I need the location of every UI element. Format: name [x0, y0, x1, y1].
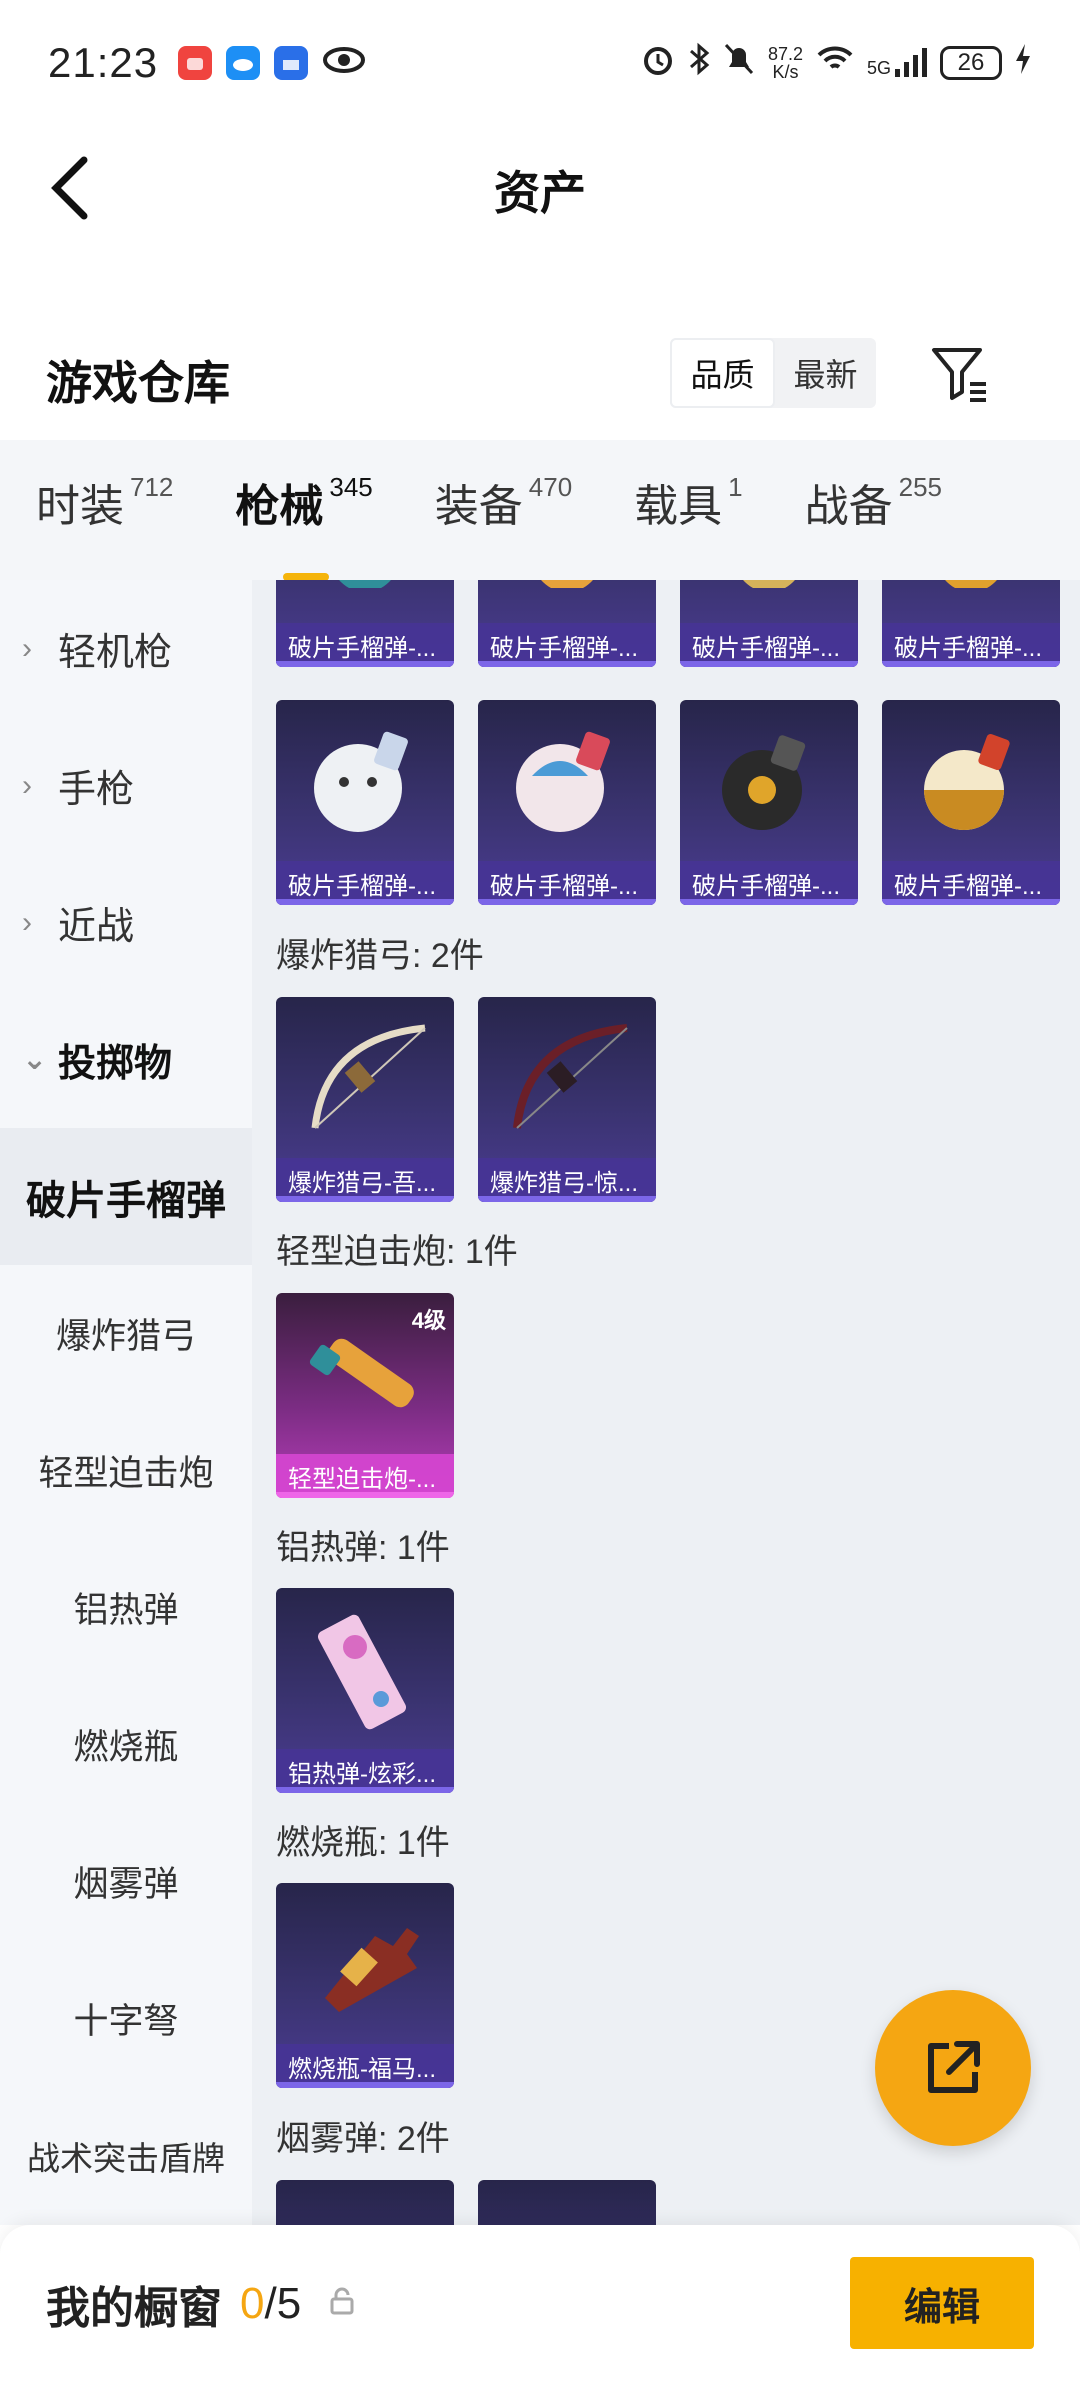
share-fab-button[interactable]	[875, 1990, 1031, 2146]
showcase-title: 我的橱窗	[46, 2283, 222, 2333]
mute-icon	[722, 41, 756, 85]
sort-toggle: 品质 最新	[670, 338, 876, 408]
sidebar-item-crossbow[interactable]: 十字弩	[0, 1950, 252, 2087]
item-card[interactable]	[478, 2180, 656, 2225]
chevron-left-icon	[51, 156, 88, 220]
lock-icon	[329, 2286, 355, 2321]
item-card[interactable]: 爆炸猎弓-吾...	[276, 997, 454, 1202]
eye-icon	[322, 45, 366, 80]
tab-fashion[interactable]: 时装 712	[36, 470, 173, 550]
sidebar-item-throwables[interactable]: ⌄ 投掷物	[0, 991, 252, 1128]
thermite-row: 铝热弹-炫彩...	[276, 1588, 454, 1793]
group-label-thermite: 铝热弹: 1件	[276, 1529, 450, 1567]
chevron-down-icon: ⌄	[22, 1043, 48, 1076]
back-button[interactable]	[40, 153, 100, 223]
sidebar-item-light-mortar[interactable]: 轻型迫击炮	[0, 1402, 252, 1539]
red-app-icon	[178, 45, 213, 80]
bow-image	[478, 997, 656, 1158]
item-card[interactable]: 破片手榴弹-...	[276, 580, 454, 667]
sidebar-item-explosive-bow[interactable]: 爆炸猎弓	[0, 1265, 252, 1402]
thermite-image	[276, 1588, 454, 1749]
sidebar-item-thermite[interactable]: 铝热弹	[0, 1539, 252, 1676]
chevron-right-icon: ›	[22, 631, 32, 665]
item-card[interactable]: 4级 轻型迫击炮-...	[276, 1293, 454, 1498]
sidebar-item-lmg[interactable]: › 轻机枪	[0, 580, 252, 717]
smoke-row	[276, 2180, 656, 2225]
showcase-count: 0/5	[240, 2278, 302, 2328]
app-header: 资产	[0, 125, 1080, 255]
grenade-image	[882, 580, 1060, 623]
section-title: 游戏仓库	[46, 357, 230, 409]
subcategory-sidebar: › 轻机枪 › 手枪 › 近战 ⌄ 投掷物 破片手榴弹 爆炸猎弓 轻型迫击炮 铝热弹 燃…	[0, 580, 252, 2225]
tab-preparation[interactable]: 战备 255	[805, 470, 942, 550]
sidebar-item-frag-grenade[interactable]: 破片手榴弹	[0, 1128, 252, 1265]
sidebar-item-assault-shield[interactable]: 战术突击盾牌	[0, 2087, 252, 2224]
external-link-icon	[928, 2041, 980, 2093]
charging-icon	[1014, 43, 1032, 83]
grenade-image	[680, 580, 858, 623]
bow-row: 爆炸猎弓-吾... 爆炸猎弓-惊...	[276, 997, 656, 1202]
net-speed: 87.2 K/s	[767, 43, 803, 82]
page-title: 资产	[494, 167, 586, 219]
status-time: 21:23	[48, 38, 159, 86]
level-badge: 4级	[411, 1308, 446, 1333]
mortar-row: 4级 轻型迫击炮-...	[276, 1293, 454, 1498]
item-card[interactable]: 爆炸猎弓-惊...	[478, 997, 656, 1202]
showcase-bar: 我的橱窗 0/5 编辑	[0, 2225, 1080, 2382]
item-card[interactable]: 铝热弹-炫彩...	[276, 1588, 454, 1793]
category-tabs: 时装 712 枪械 345 装备 470 载具 1 战备 255	[0, 440, 1080, 581]
item-card[interactable]	[276, 2180, 454, 2225]
group-label-smoke: 烟雾弹: 2件	[276, 2120, 450, 2158]
chevron-right-icon: ›	[22, 905, 32, 939]
tab-vehicles[interactable]: 载具 1	[634, 470, 742, 550]
tab-firearms[interactable]: 枪械 345	[235, 470, 373, 581]
signal-icon: 5G	[867, 47, 928, 79]
grenade-image	[478, 580, 656, 623]
grenade-image	[276, 580, 454, 623]
edit-button[interactable]: 编辑	[850, 2257, 1034, 2349]
molotov-image	[276, 1883, 454, 2044]
group-label-molotov: 燃烧瓶: 1件	[276, 1824, 450, 1862]
store-app-icon	[274, 45, 309, 80]
notification-icons	[178, 45, 366, 80]
sidebar-item-melee[interactable]: › 近战	[0, 854, 252, 991]
grenade-image	[882, 700, 1060, 861]
filter-button[interactable]	[928, 342, 990, 404]
grenade-row-2: 破片手榴弹-... 破片手榴弹-... 破片手榴弹-... 破片手榴弹-...	[276, 700, 1060, 905]
status-right: 87.2 K/s 5G 26	[640, 41, 1032, 85]
bluetooth-icon	[688, 41, 710, 85]
grenade-image	[276, 700, 454, 861]
group-label-bow: 爆炸猎弓: 2件	[276, 937, 484, 975]
item-grid: 破片手榴弹-... 破片手榴弹-... 破片手榴弹-... 破片手榴弹-... …	[252, 580, 1080, 2225]
item-card[interactable]: 破片手榴弹-...	[680, 700, 858, 905]
sort-by-newest[interactable]: 最新	[775, 338, 876, 408]
grenade-row-1: 破片手榴弹-... 破片手榴弹-... 破片手榴弹-... 破片手榴弹-...	[276, 580, 1060, 667]
chevron-right-icon: ›	[22, 768, 32, 802]
alarm-icon	[640, 41, 676, 85]
item-card[interactable]: 燃烧瓶-福马...	[276, 1883, 454, 2088]
tab-equipment[interactable]: 装备 470	[435, 470, 572, 550]
item-card[interactable]: 破片手榴弹-...	[680, 580, 858, 667]
sidebar-item-pistol[interactable]: › 手枪	[0, 717, 252, 854]
sidebar-item-smoke[interactable]: 烟雾弹	[0, 1813, 252, 1950]
battery-indicator: 26	[940, 45, 1002, 80]
item-card[interactable]: 破片手榴弹-...	[478, 580, 656, 667]
grenade-image	[680, 700, 858, 861]
item-card[interactable]: 破片手榴弹-...	[882, 580, 1060, 667]
item-card[interactable]: 破片手榴弹-...	[478, 700, 656, 905]
status-bar: 21:23 87.2 K/s 5G 26	[0, 0, 1080, 125]
cloud-app-icon	[226, 45, 261, 80]
wifi-icon	[815, 43, 855, 83]
group-label-mortar: 轻型迫击炮: 1件	[276, 1233, 518, 1271]
item-card[interactable]: 破片手榴弹-...	[276, 700, 454, 905]
sidebar-item-molotov[interactable]: 燃烧瓶	[0, 1676, 252, 1813]
item-card[interactable]: 破片手榴弹-...	[882, 700, 1060, 905]
bow-image	[276, 997, 454, 1158]
filter-icon	[932, 348, 986, 402]
grenade-image	[478, 700, 656, 861]
warehouse-header: 游戏仓库 品质 最新	[0, 320, 1080, 440]
molotov-row: 燃烧瓶-福马...	[276, 1883, 454, 2088]
sort-by-quality[interactable]: 品质	[670, 338, 775, 408]
